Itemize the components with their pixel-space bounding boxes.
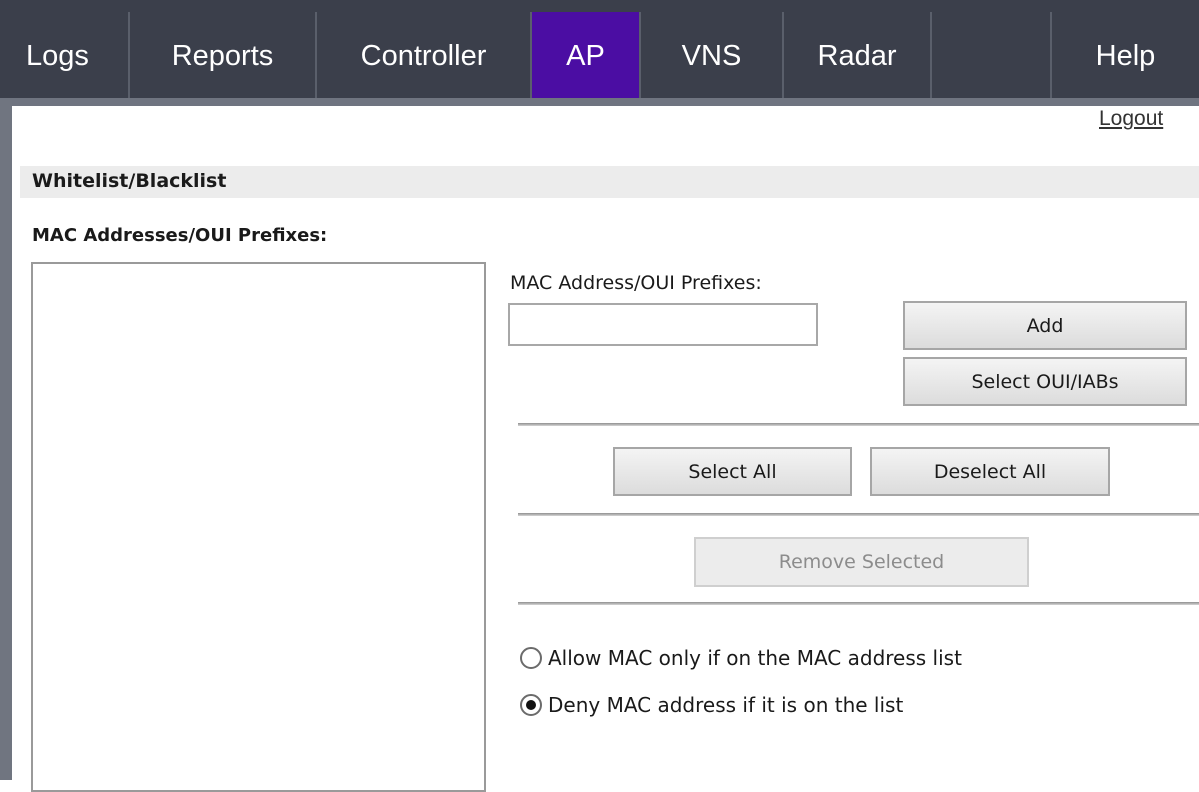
divider bbox=[518, 513, 1199, 516]
select-oui-iabs-button[interactable]: Select OUI/IABs bbox=[903, 357, 1187, 406]
tab-blank[interactable] bbox=[930, 12, 1050, 100]
allow-mac-option[interactable]: Allow MAC only if on the MAC address lis… bbox=[520, 646, 962, 670]
tab-controller[interactable]: Controller bbox=[315, 12, 530, 100]
allow-mac-label: Allow MAC only if on the MAC address lis… bbox=[548, 646, 962, 670]
deny-mac-option[interactable]: Deny MAC address if it is on the list bbox=[520, 693, 903, 717]
deselect-all-button[interactable]: Deselect All bbox=[870, 447, 1110, 496]
divider bbox=[518, 602, 1199, 605]
add-button[interactable]: Add bbox=[903, 301, 1187, 350]
left-border bbox=[0, 100, 12, 780]
tab-radar[interactable]: Radar bbox=[782, 12, 930, 100]
section-title: Whitelist/Blacklist bbox=[32, 170, 227, 192]
deny-mac-radio[interactable] bbox=[520, 694, 542, 716]
allow-mac-radio[interactable] bbox=[520, 647, 542, 669]
logout-link[interactable]: Logout bbox=[1099, 107, 1163, 131]
tab-help[interactable]: Help bbox=[1050, 12, 1199, 100]
top-navigation: Logs Reports Controller AP VNS Radar Hel… bbox=[0, 0, 1199, 100]
select-all-button[interactable]: Select All bbox=[613, 447, 852, 496]
mac-input-label: MAC Address/OUI Prefixes: bbox=[510, 272, 762, 294]
tab-logs[interactable]: Logs bbox=[0, 12, 128, 100]
divider bbox=[518, 423, 1199, 426]
mac-list-label: MAC Addresses/OUI Prefixes: bbox=[32, 225, 328, 246]
nav-bottom-border bbox=[0, 98, 1199, 106]
tab-ap[interactable]: AP bbox=[530, 12, 639, 100]
tab-reports[interactable]: Reports bbox=[128, 12, 315, 100]
tab-vns[interactable]: VNS bbox=[639, 12, 782, 100]
remove-selected-button[interactable]: Remove Selected bbox=[694, 537, 1029, 587]
deny-mac-label: Deny MAC address if it is on the list bbox=[548, 693, 904, 717]
mac-address-input[interactable] bbox=[508, 303, 818, 346]
mac-address-list[interactable] bbox=[31, 262, 486, 792]
